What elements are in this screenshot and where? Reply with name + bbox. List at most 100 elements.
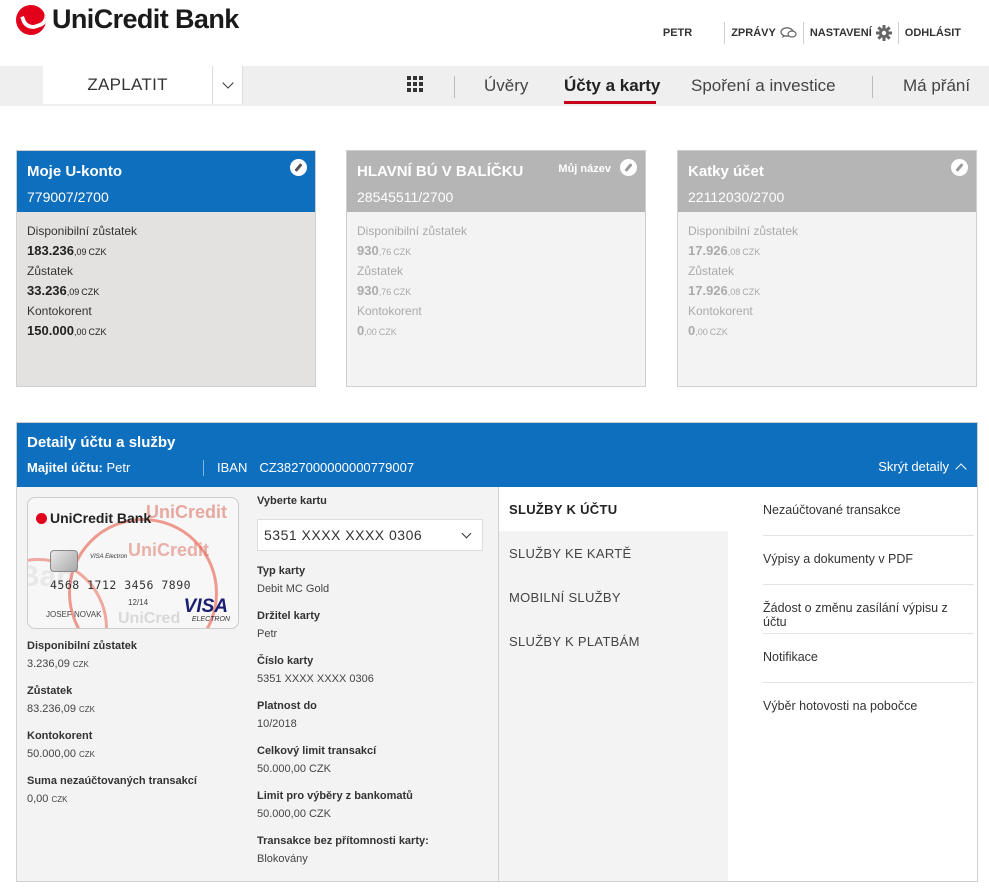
services-tab-card[interactable]: SLUŽBY KE KARTĚ [499, 531, 729, 575]
stat-row: Suma nezaúčtovaných transakcí 0,00 CZK [27, 775, 197, 805]
nav-item-accounts-cards[interactable]: Účty a karty [564, 76, 660, 96]
link-statement-delivery-change[interactable]: Žádost o změnu zasílání výpisu z účtu [763, 601, 974, 629]
pay-dropdown-toggle[interactable] [212, 66, 242, 104]
card-select[interactable]: 5351 XXXX XXXX 0306 [257, 519, 483, 551]
stat-row: Kontokorent 50.000,00 CZK [27, 730, 96, 760]
card-logo: UniCredit Bank [36, 510, 151, 526]
available-balance-value: 930,76 CZK [357, 243, 412, 258]
top-links: PETR ZPRÁVY NASTAVENÍ ODHLÁSIT [657, 22, 967, 44]
available-balance-label: Disponibilní zůstatek [27, 224, 138, 238]
info-row: Celkový limit transakcí 50.000,00 CZK [257, 745, 377, 775]
info-row: Typ karty Debit MC Gold [257, 565, 330, 595]
services-menu: SLUŽBY K ÚČTU SLUŽBY KE KARTĚ MOBILNÍ SL… [498, 487, 729, 881]
messages-link[interactable]: ZPRÁVY [725, 26, 803, 40]
apps-grid-icon[interactable] [407, 76, 423, 92]
link-notifications[interactable]: Notifikace [763, 650, 974, 664]
unicredit-logo-icon [16, 4, 46, 35]
logout-link[interactable]: ODHLÁSIT [899, 27, 967, 39]
account-card-body: Disponibilní zůstatek 183.236,09 CZK Zůst… [17, 212, 315, 386]
custom-name-label[interactable]: Můj název [558, 163, 611, 175]
stat-row: Zůstatek 83.236,09 CZK [27, 685, 96, 715]
account-name: Moje U-konto [27, 163, 122, 180]
hide-details-button[interactable]: Skrýt detaily [878, 459, 967, 475]
settings-label: NASTAVENÍ [809, 27, 872, 39]
settings-link[interactable]: NASTAVENÍ [804, 25, 898, 41]
divider [763, 682, 974, 683]
divider [203, 460, 204, 476]
account-name: Katky účet [688, 163, 764, 180]
balance-value: 930,76 CZK [357, 283, 412, 298]
card-select-value: 5351 XXXX XXXX 0306 [264, 527, 423, 543]
account-card-body: Disponibilní zůstatek 930,76 CZK Zůstatek… [347, 212, 645, 386]
card-network-small: VISA Electron [90, 554, 128, 560]
card-holder-print: JOSEF NOVAK [46, 610, 102, 619]
pay-dropdown[interactable]: ZAPLATIT [43, 66, 243, 104]
link-unposted-transactions[interactable]: Nezaúčtované transakce [763, 503, 974, 517]
info-row: Držitel karty Petr [257, 610, 320, 640]
account-card-body: Disponibilní zůstatek 17.926,08 CZK Zůsta… [678, 212, 976, 386]
chevron-down-icon [221, 77, 234, 89]
divider [763, 535, 974, 536]
account-number: 22112030/2700 [688, 189, 785, 205]
info-row: Limit pro výběry z bankomatů 50.000,00 C… [257, 790, 413, 820]
edit-pencil-icon[interactable] [290, 159, 307, 176]
logo[interactable]: UniCredit Bank [16, 4, 239, 35]
divider [872, 76, 873, 98]
card-picker-label: Vyberte kartu [257, 495, 327, 507]
card-expiry-print: 12/14 [128, 598, 149, 607]
account-number: 28545511/2700 [357, 189, 454, 205]
account-card-header: Katky účet 22112030/2700 [678, 151, 976, 212]
services-tab-account[interactable]: SLUŽBY K ÚČTU [499, 487, 729, 531]
info-row: Platnost do 10/2018 [257, 700, 317, 730]
overdraft-label: Kontokorent [688, 304, 753, 318]
overdraft-value: 150.000,00 CZK [27, 323, 107, 338]
account-owner: Majitel účtu: Petr [27, 460, 131, 475]
divider [763, 584, 974, 585]
nav-item-loans[interactable]: Úvěry [484, 76, 528, 96]
account-card-header: HLAVNÍ BÚ V BALÍČKU 28545511/2700 Můj ná… [347, 151, 645, 212]
chat-bubbles-icon [780, 26, 797, 38]
account-card-katky[interactable]: Katky účet 22112030/2700 Disponibilní zů… [677, 150, 977, 387]
available-balance-value: 17.926,08 CZK [688, 243, 761, 258]
available-balance-value: 183.236,09 CZK [27, 243, 107, 258]
details-title: Detaily účtu a služby [27, 434, 176, 451]
account-card-u-konto[interactable]: Moje U-konto 779007/2700 Disponibilní zů… [16, 150, 316, 387]
visa-electron-label: ELECTRON [191, 616, 230, 623]
chevron-up-icon [955, 463, 967, 475]
balance-label: Zůstatek [688, 264, 735, 278]
details-header: Detaily účtu a služby Majitel účtu: Petr… [17, 423, 977, 487]
chevron-down-icon [461, 528, 472, 538]
info-row: Číslo karty 5351 XXXX XXXX 0306 [257, 655, 374, 685]
user-name[interactable]: PETR [657, 27, 698, 39]
account-card-header: Moje U-konto 779007/2700 [17, 151, 315, 212]
brand-name: UniCredit Bank [52, 4, 239, 34]
info-row: Transakce bez přítomnosti karty: Bloková… [257, 835, 429, 865]
edit-pencil-icon[interactable] [951, 159, 968, 176]
card-info-column: Vyberte kartu 5351 XXXX XXXX 0306 Typ ka… [247, 487, 497, 881]
card-number-print: 4568 1712 3456 7890 [50, 578, 192, 592]
balance-label: Zůstatek [357, 264, 404, 278]
card-summary-column: UniCredit UniCredit Ban UniCred UniCredi… [17, 487, 247, 881]
overdraft-label: Kontokorent [27, 304, 92, 318]
card-chip-icon [50, 550, 78, 572]
balance-label: Zůstatek [27, 264, 74, 278]
divider [763, 633, 974, 634]
nav-item-savings-investments[interactable]: Spoření a investice [691, 76, 836, 96]
divider [454, 76, 455, 98]
account-number: 779007/2700 [27, 189, 109, 205]
edit-pencil-icon[interactable] [620, 159, 637, 176]
services-tab-payments[interactable]: SLUŽBY K PLATBÁM [499, 619, 729, 663]
link-statements-pdf[interactable]: Výpisy a dokumenty v PDF [763, 552, 974, 566]
messages-label: ZPRÁVY [731, 27, 776, 39]
available-balance-label: Disponibilní zůstatek [688, 224, 799, 238]
link-branch-withdrawal[interactable]: Výběr hotovosti na pobočce [763, 699, 974, 713]
nav-item-wishes[interactable]: Má přání [903, 76, 970, 96]
overdraft-value: 0,00 CZK [357, 323, 397, 338]
account-card-hlavni-bu[interactable]: HLAVNÍ BÚ V BALÍČKU 28545511/2700 Můj ná… [346, 150, 646, 387]
card-stats: Disponibilní zůstatek 3.236,09 CZK Zůsta… [27, 640, 197, 820]
card-info-list: Typ karty Debit MC Gold Držitel karty Pe… [257, 565, 429, 880]
overdraft-value: 0,00 CZK [688, 323, 728, 338]
available-balance-label: Disponibilní zůstatek [357, 224, 468, 238]
services-tab-mobile[interactable]: MOBILNÍ SLUŽBY [499, 575, 729, 619]
gear-icon [875, 25, 892, 41]
